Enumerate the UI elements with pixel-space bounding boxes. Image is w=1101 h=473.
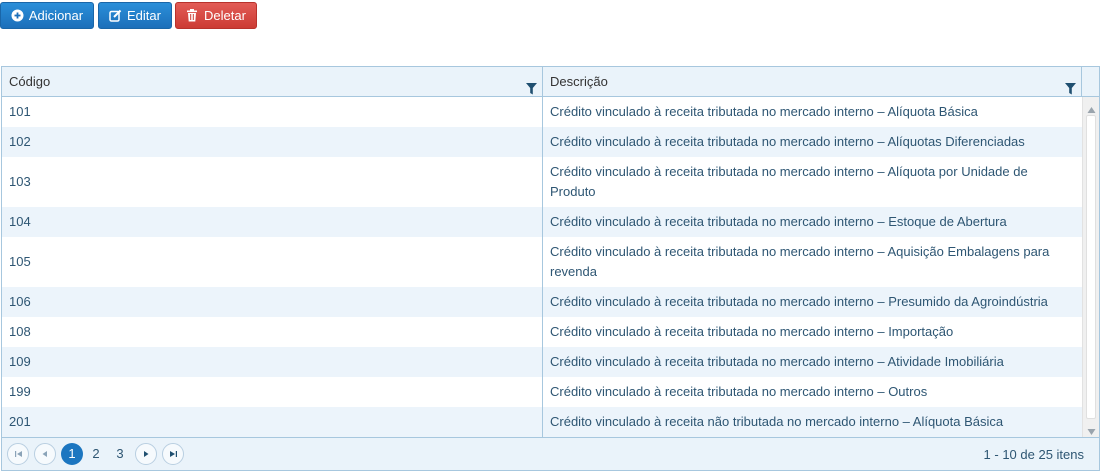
table-row[interactable]: 102 Crédito vinculado à receita tributada… — [2, 127, 1082, 157]
cell-code: 108 — [2, 317, 543, 347]
cell-code: 102 — [2, 127, 543, 157]
last-page-button[interactable] — [162, 443, 184, 465]
cell-code: 201 — [2, 407, 543, 437]
table-row[interactable]: 105 Crédito vinculado à receita tributada… — [2, 237, 1082, 287]
delete-button-label: Deletar — [204, 8, 246, 23]
column-header-description-label: Descrição — [550, 74, 608, 89]
trash-icon — [186, 9, 199, 22]
scrollbar-thumb[interactable] — [1086, 115, 1096, 419]
filter-icon[interactable] — [526, 76, 537, 95]
cell-description: Crédito vinculado à receita tributada no… — [550, 214, 1007, 229]
pager: 1 2 3 1 - 10 de 25 itens — [2, 437, 1099, 470]
previous-page-button[interactable] — [34, 443, 56, 465]
cell-code: 106 — [2, 287, 543, 317]
cell-description: Crédito vinculado à receita tributada no… — [550, 324, 954, 339]
cell-description: Crédito vinculado à receita tributada no… — [550, 104, 978, 119]
scrollbar-header-spacer — [1082, 67, 1099, 97]
page-2-button[interactable]: 2 — [85, 443, 107, 465]
previous-page-icon — [42, 451, 47, 457]
cell-code: 105 — [2, 237, 543, 287]
table-row[interactable]: 101 Crédito vinculado à receita tributada… — [2, 97, 1082, 127]
cell-code: 104 — [2, 207, 543, 237]
cell-description: Crédito vinculado à receita tributada no… — [550, 164, 1028, 199]
table-row[interactable]: 103 Crédito vinculado à receita tributada… — [2, 157, 1082, 207]
add-button-label: Adicionar — [28, 8, 84, 23]
next-page-button[interactable] — [135, 443, 157, 465]
first-page-icon — [14, 451, 22, 457]
column-header-code[interactable]: Código — [2, 67, 543, 97]
first-page-button[interactable] — [7, 443, 29, 465]
cell-description: Crédito vinculado à receita tributada no… — [550, 354, 1004, 369]
edit-button-label: Editar — [127, 8, 161, 23]
cell-description: Crédito vinculado à receita tributada no… — [550, 134, 1025, 149]
delete-button[interactable]: Deletar — [175, 2, 257, 29]
page-1-button[interactable]: 1 — [61, 443, 83, 465]
data-grid: Código Descrição 101 Crédito vinculado à … — [1, 66, 1100, 471]
last-page-icon — [169, 451, 177, 457]
cell-code: 103 — [2, 157, 543, 207]
table-row[interactable]: 199 Crédito vinculado à receita tributada… — [2, 377, 1082, 407]
vertical-scrollbar[interactable] — [1082, 97, 1099, 437]
column-header-code-label: Código — [9, 74, 51, 89]
page-3-button[interactable]: 3 — [109, 443, 131, 465]
cell-code: 109 — [2, 347, 543, 377]
add-button[interactable]: Adicionar — [0, 2, 94, 29]
table-row[interactable]: 108 Crédito vinculado à receita tributada… — [2, 317, 1082, 347]
cell-description: Crédito vinculado à receita tributada no… — [550, 384, 928, 399]
cell-description: Crédito vinculado à receita tributada no… — [550, 244, 1050, 279]
scroll-up-arrow-icon[interactable] — [1087, 102, 1096, 113]
cell-description: Crédito vinculado à receita tributada no… — [550, 294, 1048, 309]
edit-icon — [109, 9, 122, 22]
table-row[interactable]: 104 Crédito vinculado à receita tributada… — [2, 207, 1082, 237]
grid-body: 101 Crédito vinculado à receita tributada… — [2, 97, 1099, 437]
scroll-down-arrow-icon[interactable] — [1087, 424, 1096, 435]
table-row[interactable]: 109 Crédito vinculado à receita tributada… — [2, 347, 1082, 377]
pager-info: 1 - 10 de 25 itens — [983, 447, 1084, 462]
cell-description: Crédito vinculado à receita não tributad… — [550, 414, 1004, 429]
filter-icon[interactable] — [1065, 76, 1076, 95]
table-row[interactable]: 106 Crédito vinculado à receita tributada… — [2, 287, 1082, 317]
edit-button[interactable]: Editar — [98, 2, 172, 29]
grid-header: Código Descrição — [2, 67, 1099, 97]
next-page-icon — [144, 451, 149, 457]
column-header-description[interactable]: Descrição — [543, 67, 1082, 97]
cell-code: 199 — [2, 377, 543, 407]
cell-code: 101 — [2, 97, 543, 127]
plus-circle-icon — [11, 9, 24, 22]
grid-rows: 101 Crédito vinculado à receita tributada… — [2, 97, 1082, 437]
table-row[interactable]: 201 Crédito vinculado à receita não tribu… — [2, 407, 1082, 437]
